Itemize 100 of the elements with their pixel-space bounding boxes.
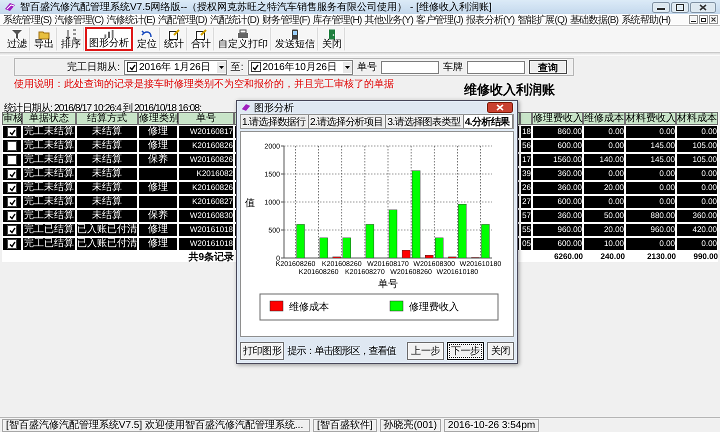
menu-item[interactable]: 智能扩展(Q) (516, 12, 568, 26)
menu-item[interactable]: 库存管理(H) (312, 12, 363, 26)
table-cell: 0.00 (584, 196, 624, 208)
table-cell: 修理 (139, 238, 177, 250)
table-cell: 420.00 (677, 224, 717, 236)
table-cell: 10.00 (584, 238, 624, 250)
number-label: 单号 (357, 60, 377, 74)
menu-item[interactable]: 报表分析(Y) (464, 12, 516, 26)
table-cell: 20.00 (584, 224, 624, 236)
table-cell: 600.00 (533, 238, 582, 250)
date-picker[interactable]: 2016年10月26日 (248, 60, 353, 74)
column-header[interactable]: 维修成本 (583, 112, 625, 125)
hint-text: 提示：单击图形区，查看值 (287, 344, 396, 358)
table-cell: K20160827 (179, 196, 233, 208)
menu-item[interactable]: 其他业务(Y) (364, 12, 414, 26)
table-cell: W20160817 (179, 126, 233, 138)
table-cell: 960.00 (626, 224, 675, 236)
date-value: 2016年10月26日 (262, 61, 338, 74)
date-to-label: 至: (230, 61, 244, 74)
window-title: 智百盛汽修汽配管理系统V7.5网络版--（授权网克苏旺之特汽车销售服务有限公司使用） - [维修收入利润账] (20, 0, 492, 14)
table-cell: 105.00 (677, 154, 717, 166)
column-header[interactable]: 审核 (2, 112, 22, 125)
table-cell: 0.00 (584, 168, 624, 180)
dialog-button[interactable]: 上一步 (407, 342, 444, 360)
query-button[interactable]: 查询 (529, 60, 567, 74)
table-cell: 完工未结算 (23, 140, 75, 152)
menu-item[interactable]: 汽配管理(D) (156, 12, 208, 26)
table-cell: 20.00 (584, 182, 624, 194)
toolbar-button[interactable]: 合计 (188, 27, 214, 51)
menu-item[interactable]: 汽修管理(C) (53, 12, 104, 26)
date-value: 2016年 1月26日 (139, 61, 212, 74)
table-cell: 修理 (139, 140, 177, 152)
total-value: 990.00 (694, 252, 718, 261)
table-cell: 0.00 (626, 168, 675, 180)
table-cell: 保养 (139, 210, 177, 222)
table-cell: 完工未结算 (23, 182, 75, 194)
date-picker[interactable]: 2016年 1月26日 (124, 60, 227, 74)
column-header[interactable]: 单号 (178, 112, 234, 125)
menu-item[interactable]: 客户管理(J) (415, 12, 464, 26)
menu-item[interactable]: 财务管理(F) (260, 12, 311, 26)
menu-item[interactable]: 系统管理(S) (2, 12, 52, 26)
table-cell: 26 (521, 182, 531, 194)
table-cell: 0.00 (677, 196, 717, 208)
stats-period: 统计日期从: 2016/8/17 10:26:4 到 2016/10/18 16:08: (4, 102, 202, 112)
toolbar-button[interactable]: 发送短信 (272, 27, 318, 51)
table-cell: 未结算 (77, 168, 137, 180)
table-cell: 完工未结算 (23, 196, 75, 208)
menu-item[interactable]: 汽配统计(D) (208, 12, 260, 26)
table-cell: 17 (521, 154, 531, 166)
table-cell: 完工未结算 (23, 126, 75, 138)
table-cell: 360.00 (533, 182, 582, 194)
menu-item[interactable]: 汽修统计(E) (105, 12, 156, 26)
column-header[interactable]: 材料费收入 (625, 112, 676, 125)
table-cell: 55 (521, 224, 531, 236)
toolbar-button[interactable]: 定位 (134, 27, 160, 51)
table-cell: K2016082 (179, 168, 233, 180)
usage-notice: 使用说明：此处查询的记录是接车时修理类别不为空和报价的，并且完工审核了的单据 (14, 78, 394, 91)
column-header[interactable]: 单据状态 (22, 112, 76, 125)
table-cell: W20161018 (179, 224, 233, 236)
table-cell: 360.00 (533, 210, 582, 222)
table-cell: 0.00 (626, 182, 675, 194)
table-cell: 600.00 (533, 196, 582, 208)
wizard-tab[interactable]: 4.分析结果 (464, 115, 514, 128)
total-value: 240.00 (600, 252, 625, 261)
toolbar-button[interactable]: 图形分析 (85, 27, 133, 51)
table-cell: W20160826 (179, 154, 233, 166)
menu-item[interactable]: 系统帮助(H) (620, 12, 672, 26)
table-cell: 56 (521, 140, 531, 152)
toolbar-button[interactable]: 导出 (31, 27, 57, 51)
table-cell: 0.00 (626, 126, 675, 138)
toolbar-button[interactable]: 统计 (161, 27, 187, 51)
column-header[interactable]: 材料成本 (676, 112, 718, 125)
table-cell: 1560.00 (533, 154, 582, 166)
record-count: 共9条记录 (188, 250, 234, 264)
table-cell: 0.00 (626, 238, 675, 250)
table-cell: 修理 (139, 126, 177, 138)
axis-label: 单号 (378, 279, 398, 290)
column-header[interactable]: 结算方式 (76, 112, 138, 125)
wizard-tab[interactable]: 3.请选择图表类型 (386, 115, 464, 128)
table-cell: 0.00 (626, 196, 675, 208)
dialog-button[interactable]: 下一步 (446, 342, 484, 360)
table-cell: 完工未结算 (23, 168, 75, 180)
toolbar-button[interactable]: 关闭 (319, 27, 345, 51)
menu-item[interactable]: 基础数据(B) (568, 12, 620, 26)
table-cell: 修理 (139, 182, 177, 194)
table-cell: 完工已结算 (23, 238, 75, 250)
wizard-tab[interactable]: 1.请选择数据行 (241, 115, 309, 128)
wizard-tab[interactable]: 2.请选择分析项目 (309, 115, 386, 128)
toolbar-button[interactable]: 排序 (58, 27, 84, 51)
table-cell: 未结算 (77, 126, 137, 138)
dialog-button[interactable]: 关闭 (486, 342, 514, 360)
table-cell: 未结算 (77, 182, 137, 194)
table-cell: 50.00 (584, 210, 624, 222)
table-cell: 0.00 (677, 168, 717, 180)
print-button[interactable]: 打印图形 (240, 342, 284, 360)
table-cell: 0.00 (584, 126, 624, 138)
table-cell: 860.00 (533, 126, 582, 138)
toolbar-button[interactable]: 过滤 (4, 27, 30, 51)
column-header[interactable]: 修理费收入 (532, 112, 583, 125)
toolbar-button[interactable]: 自定义打印 (215, 27, 271, 51)
